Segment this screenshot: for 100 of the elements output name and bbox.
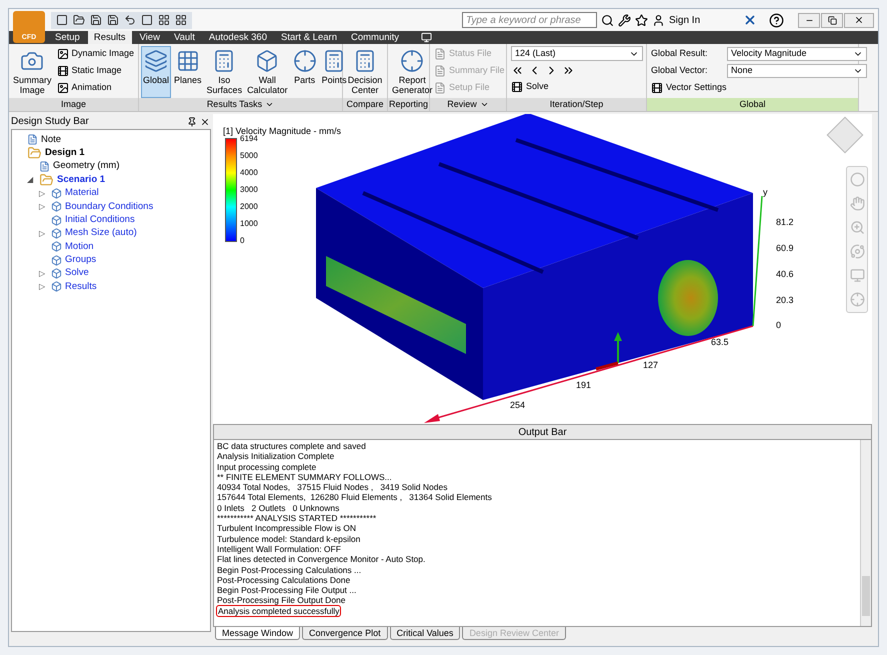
ribbon-tab[interactable]: Vault <box>168 31 201 44</box>
select-field[interactable]: None <box>727 64 867 78</box>
restore-button[interactable] <box>821 12 843 28</box>
expander-toggle[interactable]: ▷ <box>39 228 48 238</box>
ribbon-button[interactable]: Iso Surfaces <box>204 46 244 98</box>
display-icon[interactable] <box>421 32 432 43</box>
ribbon-button[interactable]: Summary Image <box>11 46 54 98</box>
output-tab[interactable]: Critical Values <box>390 627 460 640</box>
search-field[interactable]: Type a keyword or phrase <box>462 12 597 28</box>
tree-item[interactable]: Design 1 <box>45 146 85 160</box>
log-line: *********** ANALYSIS STARTED *********** <box>217 513 376 524</box>
legend-tick-label: 4000 <box>240 169 258 177</box>
log-line: Flat lines detected in Convergence Monitor - Auto Stop. <box>217 554 426 565</box>
expander-toggle[interactable]: ▷ <box>39 269 48 278</box>
group-footer: Image <box>9 98 138 111</box>
result-icon <box>144 49 168 73</box>
toolbar-icon[interactable] <box>141 14 153 26</box>
axis-label: y <box>763 187 768 197</box>
axis-tick-label: 81.2 <box>776 217 794 227</box>
tree-item[interactable]: Material <box>65 186 99 200</box>
close-icon[interactable] <box>200 116 210 126</box>
legend-title: [1] Velocity Magnitude - mm/s <box>223 126 342 136</box>
scrollbar[interactable] <box>860 440 871 626</box>
toolbar-icon[interactable] <box>90 14 102 26</box>
toolbar-icon[interactable] <box>124 14 136 26</box>
star-icon[interactable] <box>635 14 648 26</box>
ribbon-small-button[interactable]: Animation <box>56 80 134 96</box>
toolbar-icon[interactable] <box>175 14 187 26</box>
origin-triad-drawing <box>596 332 622 370</box>
ribbon-tab[interactable]: Community <box>344 31 406 44</box>
tree-item[interactable]: Scenario 1 <box>57 172 106 187</box>
ribbon-button[interactable]: Wall Calculator <box>245 46 290 98</box>
toolbar-icon[interactable] <box>107 14 119 26</box>
ribbon-small-button[interactable]: Solve <box>511 79 643 95</box>
axis-tick-label: 0 <box>776 320 782 330</box>
log-line: Post-Processing File Output Done <box>217 595 346 606</box>
expander-toggle[interactable]: ▷ <box>39 202 48 212</box>
field-label: Global Result: <box>651 47 709 60</box>
field-label: Global Vector: <box>651 64 709 78</box>
toolbar-icon[interactable] <box>73 14 85 26</box>
tree-icon <box>51 281 62 292</box>
tree-icon <box>51 188 62 199</box>
log-line: Analysis completed successfully <box>217 606 340 616</box>
sign-in-link[interactable]: Sign In <box>669 12 739 28</box>
tree-item[interactable]: Results <box>65 280 97 294</box>
select-field[interactable]: Velocity Magnitude <box>727 47 867 61</box>
close-button[interactable] <box>844 12 874 28</box>
output-tab[interactable]: Message Window <box>215 627 300 640</box>
ribbon-button[interactable]: Report Generator <box>390 46 435 98</box>
user-icon[interactable] <box>652 14 665 26</box>
ribbon-button[interactable]: Planes <box>172 46 204 98</box>
axis-tick-label: 127 <box>643 360 658 370</box>
tree-icon <box>51 268 62 280</box>
tree-item[interactable]: Solve <box>65 266 89 281</box>
tree-item[interactable]: Geometry (mm) <box>53 159 120 174</box>
result-icon <box>255 49 280 73</box>
caret-icon[interactable] <box>265 100 274 109</box>
toolbar-icon[interactable] <box>56 14 68 26</box>
tree-item[interactable]: Mesh Size (auto) <box>65 226 137 241</box>
ribbon-tab[interactable]: Start & Learn <box>275 31 343 44</box>
log-line: Turbulence model: Standard k-epsilon <box>217 534 360 544</box>
tree-item[interactable]: Motion <box>65 240 94 254</box>
iteration-dropdown[interactable]: 124 (Last) <box>511 46 643 61</box>
expander-toggle[interactable]: ▷ <box>39 282 48 292</box>
log-line: Input processing complete <box>217 462 316 472</box>
group-footer: Reporting <box>388 98 429 111</box>
tree-icon <box>27 134 38 146</box>
file-icon <box>56 48 69 60</box>
toolbar-icon[interactable] <box>158 14 170 26</box>
group-footer: Results Tasks <box>139 98 342 111</box>
ribbon-small-button[interactable]: Static Image <box>56 63 134 79</box>
ribbon-button[interactable]: Parts <box>290 46 319 98</box>
log-line: Post-Processing Calculations Done <box>217 574 350 586</box>
expander-toggle[interactable]: ▷ <box>39 188 48 198</box>
ribbon-tab[interactable]: View <box>134 31 166 44</box>
ribbon-tab[interactable]: Results <box>88 31 132 44</box>
ribbon-tab[interactable]: Setup <box>49 31 86 44</box>
ribbon-small-button[interactable]: Vector Settings <box>651 80 867 96</box>
output-bar-header: Output Bar <box>213 424 872 440</box>
tree-icon <box>51 228 62 239</box>
ribbon-button[interactable]: Global <box>141 46 172 98</box>
log-line: 0 Inlets 2 Outlets 0 Unknowns <box>217 502 340 514</box>
ribbon-tab[interactable]: Autodesk 360 <box>202 31 273 44</box>
tree-item[interactable]: Groups <box>65 253 96 268</box>
tree-icon <box>39 160 50 172</box>
ribbon-small-button[interactable]: Dynamic Image <box>56 46 134 62</box>
output-tab[interactable]: Convergence Plot <box>302 627 388 640</box>
wrench-icon[interactable] <box>618 14 631 26</box>
tree-item[interactable]: Initial Conditions <box>65 212 135 228</box>
expander-toggle[interactable]: ◢ <box>27 175 36 184</box>
help-icon[interactable] <box>769 12 784 28</box>
legend-tick-label: 1000 <box>240 220 258 228</box>
tree-item[interactable]: Note <box>41 132 62 147</box>
group-footer: Global <box>647 98 858 111</box>
dock-icon[interactable] <box>187 116 197 126</box>
axis-tick-label: 63.5 <box>711 337 729 347</box>
tree-icon <box>51 214 62 226</box>
tree-item[interactable]: Boundary Conditions <box>65 200 154 214</box>
log-line: Begin Post-Processing Calculations ... <box>217 564 362 575</box>
caret-icon[interactable] <box>480 100 489 109</box>
